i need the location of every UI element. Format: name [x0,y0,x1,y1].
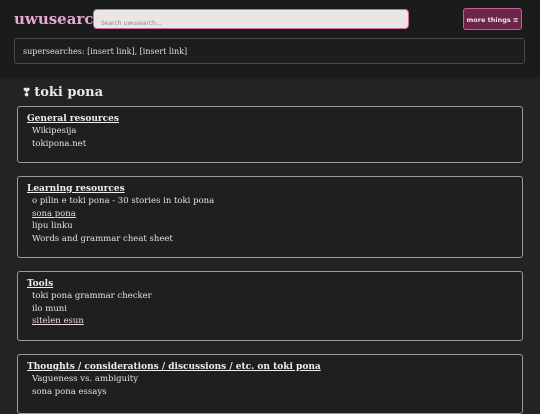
page-title-text: toki pona [34,85,104,100]
site-logo[interactable]: uwusearch [14,10,104,28]
list-item[interactable]: Vagueness vs. ambiguity [27,373,513,386]
top-bar: uwusearch more things ≡ supersearches: [… [0,0,540,78]
list-item[interactable]: Wikipesija [27,125,513,138]
section-learning-resources: Learning resources o pilin e toki pona -… [17,176,523,258]
list-item[interactable]: sona pona [27,208,513,221]
page-title: ❣ toki pona [22,85,103,100]
section-heading[interactable]: Thoughts / considerations / discussions … [27,362,513,372]
list-item[interactable]: Words and grammar cheat sheet [27,233,513,246]
list-item[interactable]: tokipona.net [27,138,513,151]
section-heading[interactable]: Learning resources [27,184,513,194]
section-tools: Tools toki pona grammar checker ilo muni… [17,271,523,341]
supersearches-bar: supersearches: [insert link], [insert li… [14,38,525,64]
heart-exclamation-icon: ❣ [22,86,32,99]
list-item[interactable]: lipu linku [27,220,513,233]
section-general-resources: General resources Wikipesija tokipona.ne… [17,106,523,163]
list-item[interactable]: toki pona grammar checker [27,290,513,303]
search-box[interactable] [93,9,409,33]
more-things-button[interactable]: more things ≡ [463,8,522,30]
section-heading[interactable]: Tools [27,279,513,289]
list-item[interactable]: sona pona essays [27,386,513,399]
list-item[interactable]: ilo muni [27,303,513,316]
list-item[interactable]: sitelen esun [27,315,513,328]
search-input[interactable] [94,14,408,33]
list-item[interactable]: o pilin e toki pona - 30 stories in toki… [27,195,513,208]
section-heading[interactable]: General resources [27,114,513,124]
section-thoughts: Thoughts / considerations / discussions … [17,354,523,414]
